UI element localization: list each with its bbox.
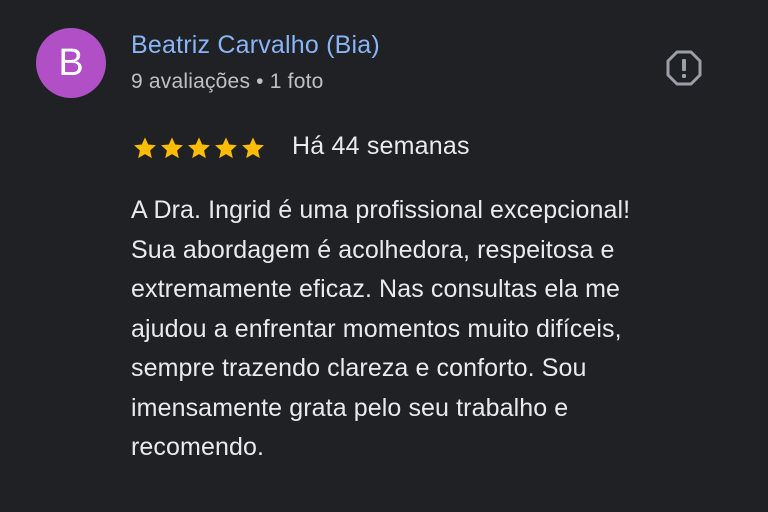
star-icon: [215, 137, 237, 159]
star-rating: [132, 135, 266, 161]
avatar[interactable]: B: [36, 28, 106, 98]
review-text-line: sempre trazendo clareza e conforto. Sou: [131, 354, 587, 382]
review-text-line: imensamente grata pelo seu trabalho e: [131, 393, 569, 422]
star-icon: [188, 137, 210, 159]
review-text: A Dra. Ingrid é uma profissional excepci…: [131, 191, 731, 468]
report-octagon-icon: [666, 50, 702, 86]
avatar-letter: B: [58, 42, 84, 84]
author-name[interactable]: Beatriz Carvalho (Bia): [131, 31, 380, 60]
review-text-line: Sua abordagem é acolhedora, respeitosa e: [131, 235, 615, 264]
star-icon: [134, 137, 156, 159]
review-date: Há 44 semanas: [292, 132, 470, 160]
review-text-line: A Dra. Ingrid é uma profissional excepci…: [131, 196, 631, 224]
star-icon: [242, 137, 264, 159]
star-icon: [161, 137, 183, 159]
review-text-line: recomendo.: [131, 433, 265, 461]
review-text-line: ajudou a enfrentar momentos muito difíce…: [131, 314, 622, 343]
report-button[interactable]: [664, 48, 704, 88]
review-text-line: extremamente eficaz. Nas consultas ela m…: [131, 275, 621, 303]
author-meta: 9 avaliações • 1 foto: [131, 70, 324, 93]
